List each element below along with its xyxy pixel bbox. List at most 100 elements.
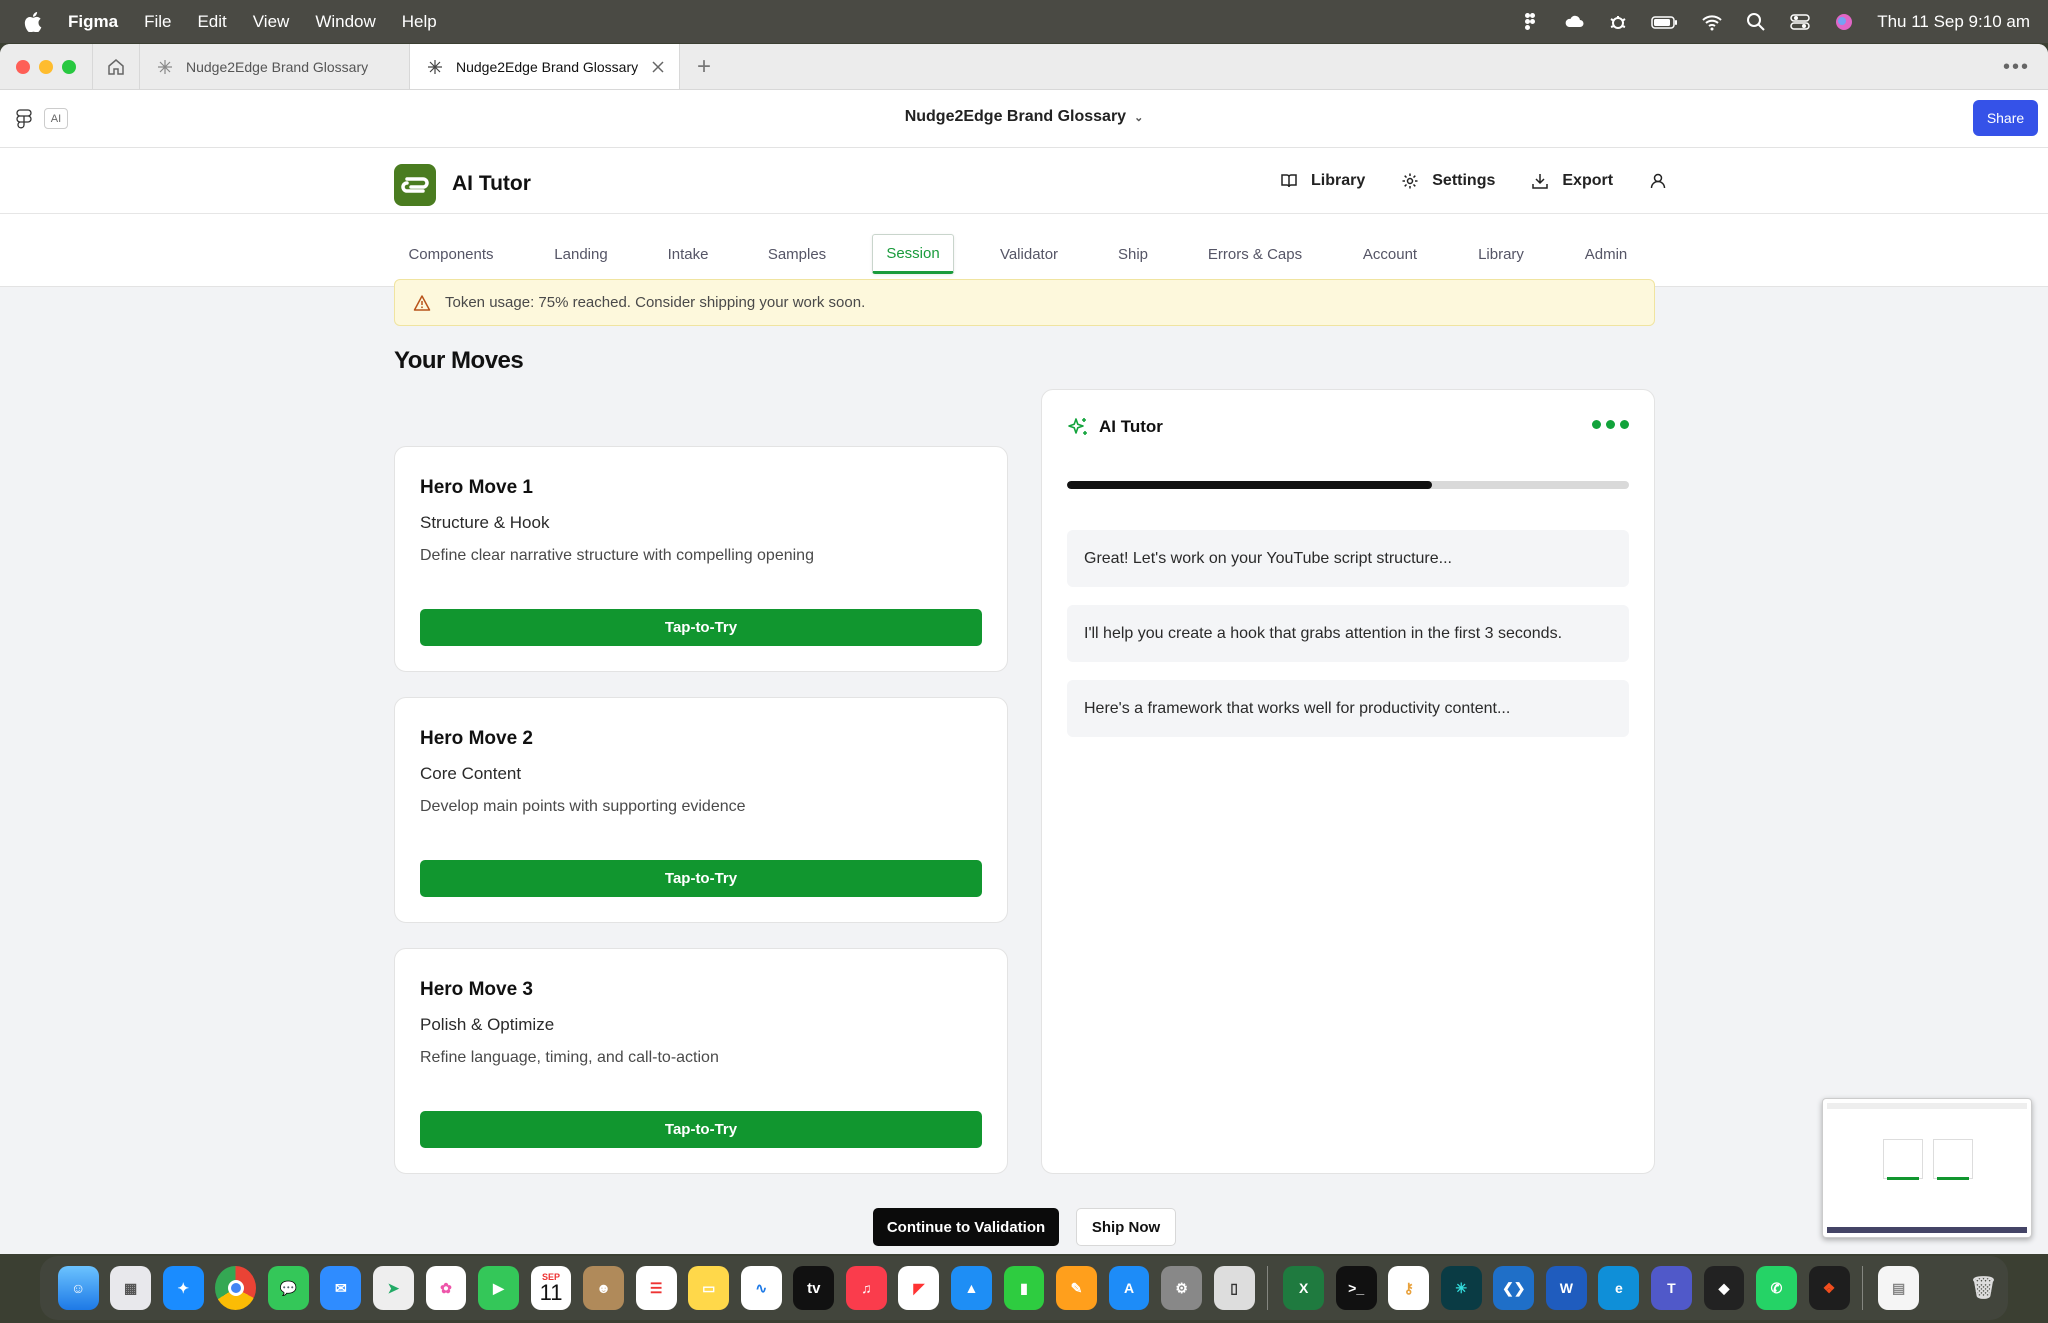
export-button[interactable]: Export xyxy=(1531,172,1613,190)
mail-icon[interactable]: ✉ xyxy=(320,1266,362,1310)
tab-account[interactable]: Account xyxy=(1348,234,1432,274)
safari-icon[interactable]: ✦ xyxy=(162,1266,204,1310)
maps-icon[interactable]: ➤ xyxy=(372,1266,414,1310)
photos-icon[interactable]: ✿ xyxy=(425,1266,467,1310)
dock-separator xyxy=(1266,1266,1268,1310)
menu-app-figma[interactable]: Figma xyxy=(68,12,118,32)
menu-clock[interactable]: Thu 11 Sep 9:10 am xyxy=(1877,12,2030,32)
tab-session[interactable]: Session xyxy=(872,234,954,274)
menu-view[interactable]: View xyxy=(253,12,290,32)
keychain-icon[interactable]: ⚷ xyxy=(1388,1266,1430,1310)
control-center-icon[interactable] xyxy=(1789,11,1811,33)
move-subtitle: Structure & Hook xyxy=(420,513,550,532)
close-tab-icon[interactable] xyxy=(651,60,665,74)
siri-icon[interactable] xyxy=(1833,11,1855,33)
perplexity-icon[interactable]: ✳ xyxy=(1440,1266,1482,1310)
contacts-icon[interactable]: ☻ xyxy=(583,1266,625,1310)
document-title[interactable]: Nudge2Edge Brand Glossary ⌄ xyxy=(0,108,2048,126)
messages-icon[interactable]: 💬 xyxy=(267,1266,309,1310)
word-icon[interactable]: W xyxy=(1545,1266,1587,1310)
apple-tv-icon[interactable]: tv xyxy=(793,1266,835,1310)
spotlight-search-icon[interactable] xyxy=(1745,11,1767,33)
pages-icon[interactable]: ✎ xyxy=(1056,1266,1097,1310)
menu-edit[interactable]: Edit xyxy=(197,12,226,32)
close-window-button[interactable] xyxy=(16,59,30,74)
tab-ship[interactable]: Ship xyxy=(1104,234,1162,274)
app-store-icon[interactable]: A xyxy=(1108,1266,1150,1310)
wifi-icon[interactable] xyxy=(1701,11,1723,33)
tab-admin[interactable]: Admin xyxy=(1570,234,1642,274)
figma-status-icon[interactable] xyxy=(1519,11,1541,33)
settings-label: Settings xyxy=(1432,172,1496,189)
facetime-icon[interactable]: ▶ xyxy=(478,1266,519,1310)
document-title-text: Nudge2Edge Brand Glossary xyxy=(904,108,1127,125)
tap-to-try-button[interactable]: Tap-to-Try xyxy=(420,609,982,646)
teams-icon[interactable]: T xyxy=(1651,1266,1692,1310)
tutor-title: AI Tutor xyxy=(1099,417,1163,436)
news-icon[interactable]: ◤ xyxy=(898,1266,940,1310)
plus-icon: + xyxy=(696,52,711,80)
tap-to-try-button[interactable]: Tap-to-Try xyxy=(420,860,982,897)
app-logo[interactable] xyxy=(394,164,436,206)
tab-errors-caps[interactable]: Errors & Caps xyxy=(1194,234,1316,274)
figma-dock-icon[interactable]: ❖ xyxy=(1808,1266,1850,1310)
excel-icon[interactable]: X xyxy=(1283,1266,1325,1310)
tap-to-try-button[interactable]: Tap-to-Try xyxy=(420,1111,982,1148)
typing-indicator-icon xyxy=(1592,420,1629,429)
menu-help[interactable]: Help xyxy=(402,12,437,32)
screenshot-thumbnail[interactable] xyxy=(1822,1098,2032,1238)
ship-now-button[interactable]: Ship Now xyxy=(1076,1208,1176,1246)
bug-icon[interactable] xyxy=(1607,11,1629,33)
hero-move-card: Hero Move 2 Core Content Develop main po… xyxy=(394,697,1008,923)
new-tab-button[interactable]: + xyxy=(680,44,728,89)
account-button[interactable] xyxy=(1649,172,1667,190)
icloud-icon[interactable] xyxy=(1563,11,1585,33)
chrome-icon[interactable] xyxy=(215,1266,257,1310)
vscode-icon[interactable]: ❮❯ xyxy=(1493,1266,1535,1310)
move-title: Hero Move 1 xyxy=(420,477,533,498)
system-settings-icon[interactable]: ⚙ xyxy=(1161,1266,1203,1310)
continue-to-validation-button[interactable]: Continue to Validation xyxy=(873,1208,1059,1246)
settings-button[interactable]: Settings xyxy=(1401,172,1495,190)
figma-window: Nudge2Edge Brand Glossary Nudge2Edge Bra… xyxy=(0,44,2048,1254)
user-icon xyxy=(1650,173,1666,189)
more-options-icon[interactable]: ••• xyxy=(2003,56,2030,79)
freeform-icon[interactable]: ∿ xyxy=(740,1266,782,1310)
music-icon[interactable]: ♫ xyxy=(845,1266,887,1310)
notes-icon[interactable]: ▭ xyxy=(688,1266,730,1310)
menu-file[interactable]: File xyxy=(144,12,171,32)
numbers-icon[interactable]: ▮ xyxy=(1003,1266,1045,1310)
tab-components[interactable]: Components xyxy=(394,234,508,274)
finder-icon[interactable]: ☺ xyxy=(57,1266,99,1310)
share-button[interactable]: Share xyxy=(1973,100,2038,136)
whatsapp-icon[interactable]: ✆ xyxy=(1756,1266,1797,1310)
apple-icon[interactable] xyxy=(24,11,42,32)
menu-window[interactable]: Window xyxy=(315,12,375,32)
downloads-stack-icon[interactable]: ▤ xyxy=(1878,1266,1919,1310)
battery-icon[interactable] xyxy=(1651,11,1679,33)
ai-tutor-panel: AI Tutor Great! Let's work on your YouTu… xyxy=(1041,389,1655,1174)
tab-file-2[interactable]: Nudge2Edge Brand Glossary xyxy=(410,44,680,89)
tab-intake[interactable]: Intake xyxy=(652,234,724,274)
trash-icon[interactable]: 🗑 xyxy=(1963,1266,2004,1310)
minimize-window-button[interactable] xyxy=(39,59,53,74)
terminal-icon[interactable]: >_ xyxy=(1335,1266,1377,1310)
app-header: AI Tutor Library Settings Export xyxy=(0,148,2048,214)
cube-app-icon[interactable]: ◆ xyxy=(1703,1266,1745,1310)
zoom-window-button[interactable] xyxy=(62,59,76,74)
session-progress-bar xyxy=(1067,481,1629,489)
iphone-mirroring-icon[interactable]: ▯ xyxy=(1213,1266,1255,1310)
edge-icon[interactable]: e xyxy=(1598,1266,1640,1310)
home-tab[interactable] xyxy=(92,44,140,89)
library-button[interactable]: Library xyxy=(1280,172,1365,190)
tab-library[interactable]: Library xyxy=(1464,234,1538,274)
reminders-icon[interactable]: ☰ xyxy=(635,1266,677,1310)
launchpad-icon[interactable]: ▦ xyxy=(110,1266,152,1310)
keynote-icon[interactable]: ▲ xyxy=(950,1266,992,1310)
tab-samples[interactable]: Samples xyxy=(754,234,840,274)
tab-landing[interactable]: Landing xyxy=(540,234,622,274)
tab-validator[interactable]: Validator xyxy=(986,234,1072,274)
calendar-icon[interactable]: SEP 11 xyxy=(530,1266,572,1310)
move-title: Hero Move 3 xyxy=(420,979,533,1000)
tab-file-1[interactable]: Nudge2Edge Brand Glossary xyxy=(140,44,410,89)
